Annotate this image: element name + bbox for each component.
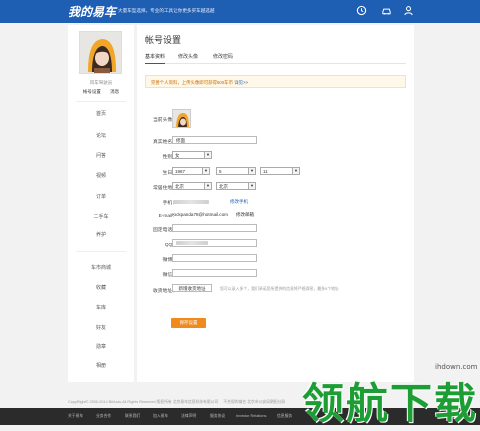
chevron-down-icon: ▼ [202, 168, 209, 174]
nav-home[interactable]: 首页 [68, 110, 134, 117]
account-links: 帐号设置 消息 [68, 89, 134, 95]
footer-link-investor[interactable]: Investor Relations [236, 414, 266, 418]
copyright-extra: 不合规的域名 北京市公安局朝阳分局 [223, 400, 286, 404]
modify-email-link[interactable]: 修改邮箱 [236, 212, 254, 218]
footer-link-about[interactable]: 关于易车 [68, 414, 83, 419]
phone-label: 手机： [162, 201, 177, 206]
weibo-input[interactable] [172, 254, 257, 262]
birth-month-value: 5 [219, 169, 222, 174]
birth-year-value: 1987 [175, 169, 186, 174]
nav-used-car[interactable]: 二手车 [68, 213, 134, 220]
username: 风车驾驶员 [89, 80, 113, 85]
watermark-text: 领航下载 [302, 379, 479, 428]
footer-link-agreement[interactable]: 服务协议 [210, 414, 225, 419]
notice-text: 完善个人资料，上传头像即可获得500车币 [151, 80, 233, 85]
sidebar: 风车驾驶员 帐号设置 消息 首页 论坛 问答 视频 订单 二手车 养护 车市商城… [68, 25, 134, 382]
messages-link[interactable]: 消息 [110, 89, 119, 94]
gender-value: 女 [175, 153, 180, 158]
save-settings-button[interactable]: 保存设置 [171, 318, 206, 328]
chevron-down-icon: ▼ [248, 183, 255, 189]
chevron-down-icon: ▼ [204, 183, 211, 189]
nav-garage[interactable]: 车库 [68, 304, 134, 311]
chevron-down-icon: ▼ [204, 152, 211, 158]
tel-label: 固定电话： [153, 228, 177, 233]
footer-link-join[interactable]: 加入易车 [153, 414, 168, 419]
avatar[interactable] [79, 31, 122, 74]
page-title: 帐号设置 [145, 35, 182, 45]
region-label: 常居住地： [153, 186, 177, 191]
nav-friends[interactable]: 好友 [68, 324, 134, 331]
add-address-button[interactable]: 新增收货地址 [172, 284, 212, 292]
address-label: 收货地址： [153, 289, 177, 294]
birth-day-value: 11 [263, 169, 268, 174]
wechat-label: 微信： [162, 273, 177, 278]
header-slogan: 大量车型选择，专业的工具让你更多买车越选越 [118, 8, 215, 13]
car-icon[interactable] [381, 5, 392, 16]
top-bar: 我的易车 大量车型选择，专业的工具让你更多买车越选越 [0, 0, 480, 23]
realname-input[interactable]: 修面 [172, 136, 257, 144]
account-settings-link[interactable]: 帐号设置 [83, 89, 101, 94]
footer-link-legal[interactable]: 法律声明 [181, 414, 196, 419]
nav-video[interactable]: 视频 [68, 172, 134, 179]
city-value: 北京 [219, 184, 228, 189]
footer-link-business[interactable]: 业务合作 [96, 414, 111, 419]
user-icon[interactable] [403, 5, 414, 16]
address-hint: 您可以录入多个，我们承诺您所提供的信息将严格保密，最多5个地址 [220, 286, 339, 291]
birthday-label: 生日： [162, 171, 177, 176]
birth-year-select[interactable]: 1987 ▼ [172, 167, 210, 175]
email-label: E-mail： [158, 214, 177, 219]
realname-label: 真实姓名： [153, 140, 177, 145]
birth-day-select[interactable]: 11 ▼ [260, 167, 300, 175]
tel-input[interactable] [172, 224, 257, 232]
email-value: rockpanda78@hotmail.com [172, 212, 228, 217]
wechat-input[interactable] [172, 269, 257, 277]
avatar-label: 当前头像： [153, 118, 177, 123]
tab-change-password[interactable]: 修改密码 [213, 53, 233, 60]
birth-month-select[interactable]: 5 ▼ [216, 167, 256, 175]
gender-select[interactable]: 女 ▼ [172, 151, 212, 159]
nav-favorites[interactable]: 收藏 [68, 284, 134, 291]
province-select[interactable]: 北京 ▼ [172, 182, 212, 190]
weibo-label: 微博： [162, 258, 177, 263]
site-logo[interactable]: 我的易车 [68, 3, 116, 20]
chevron-down-icon: ▼ [292, 168, 299, 174]
settings-tabs: 基本资料 修改头像 修改密码 [145, 53, 406, 64]
nav-albums[interactable]: 相册 [68, 362, 134, 369]
copyright-text: CopyRight© 2000-2014 BitAuto,All Rights … [68, 400, 219, 404]
current-avatar[interactable] [172, 109, 191, 128]
main-panel: 帐号设置 基本资料 修改头像 修改密码 完善个人资料，上传头像即可获得500车币… [137, 25, 414, 382]
province-value: 北京 [175, 184, 184, 189]
city-select[interactable]: 北京 ▼ [216, 182, 256, 190]
modify-phone-link[interactable]: 修改手机 [230, 199, 248, 205]
nav-forum[interactable]: 论坛 [68, 132, 134, 139]
qq-label: QQ： [164, 243, 177, 248]
nav-qa[interactable]: 问答 [68, 152, 134, 159]
nav-maintenance[interactable]: 养护 [68, 231, 134, 238]
watermark: ihdown.com 领航下载 [298, 363, 480, 428]
footer-link-contact[interactable]: 联系我们 [125, 414, 140, 419]
footer-link-info[interactable]: 信息服务 [277, 414, 292, 419]
nav-orders[interactable]: 订单 [68, 193, 134, 200]
nav-medals[interactable]: 勋章 [68, 343, 134, 350]
clock-icon[interactable] [356, 5, 367, 16]
divider [76, 101, 126, 102]
copyright: CopyRight© 2000-2014 BitAuto,All Rights … [68, 400, 285, 405]
tab-basic-info[interactable]: 基本资料 [145, 53, 166, 64]
notice-link[interactable]: 详见>> [234, 80, 248, 85]
gender-label: 性别： [162, 155, 177, 160]
qq-value-masked [176, 241, 208, 245]
nav-mall[interactable]: 车市商城 [68, 264, 134, 271]
qq-input[interactable] [172, 239, 257, 247]
tab-change-avatar[interactable]: 修改头像 [178, 53, 198, 60]
divider [76, 251, 126, 252]
notice-bar: 完善个人资料，上传头像即可获得500车币 详见>> [145, 75, 406, 88]
chevron-down-icon: ▼ [248, 168, 255, 174]
phone-value-masked [173, 200, 209, 204]
